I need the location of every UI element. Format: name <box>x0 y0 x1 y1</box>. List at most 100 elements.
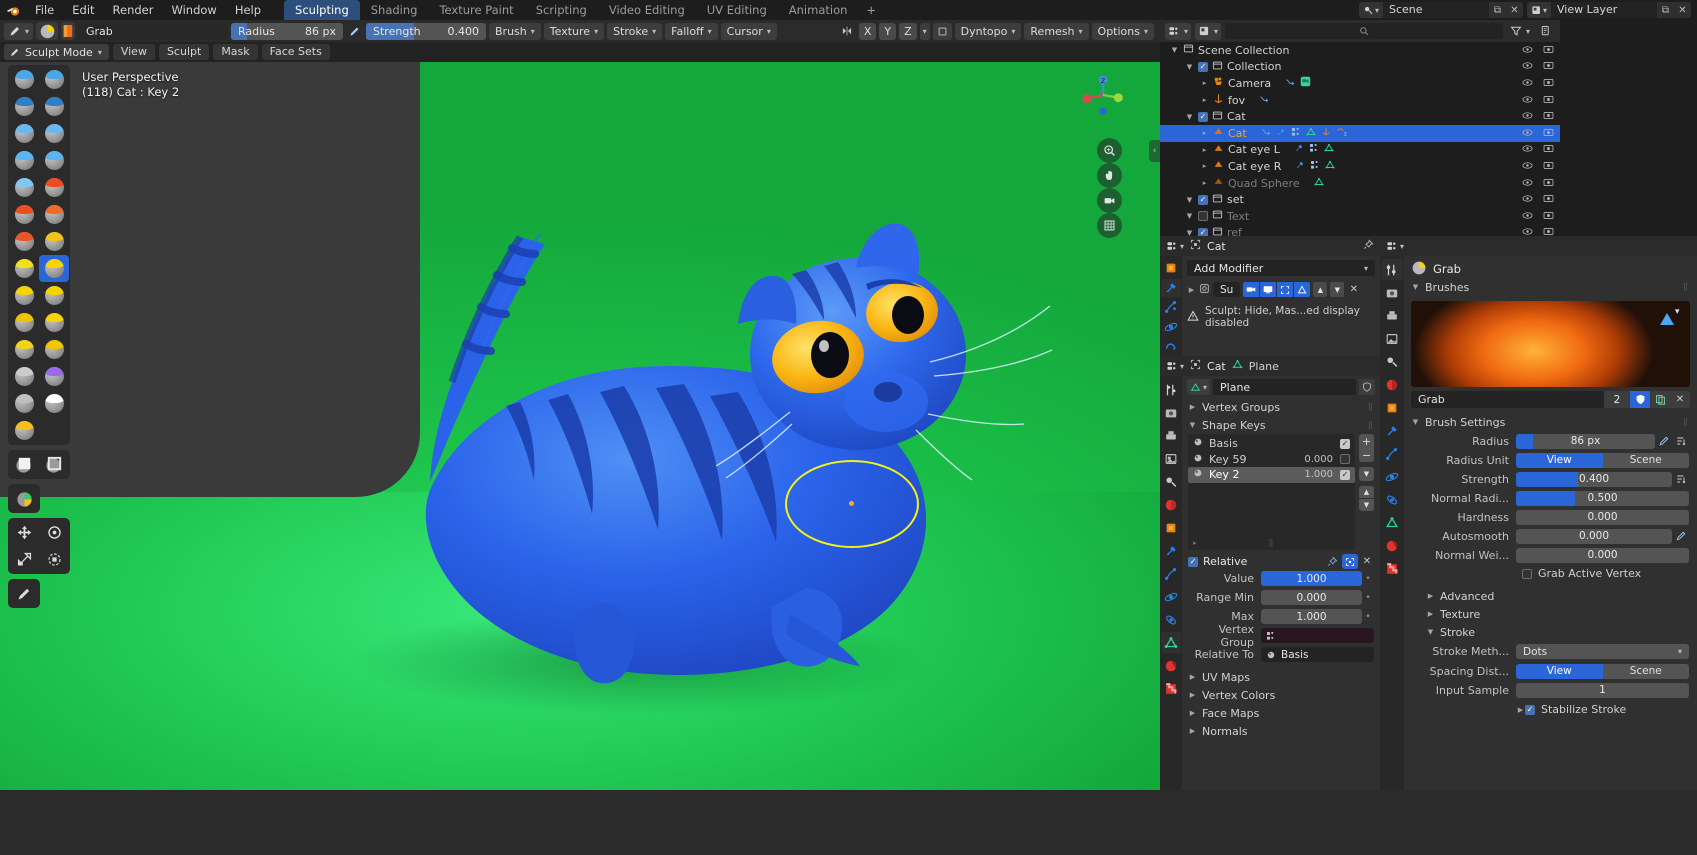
mesh-data-icon[interactable] <box>1325 160 1335 173</box>
hide-icon[interactable] <box>1522 44 1533 57</box>
outliner-checkbox[interactable] <box>1198 211 1208 222</box>
falloff-dropdown[interactable]: Falloff ▾ <box>665 22 718 40</box>
brush-preview-icon[interactable] <box>36 22 59 40</box>
radius-slider[interactable]: Radius 86 px <box>231 22 344 40</box>
filter-icon[interactable]: ▾ <box>1507 23 1533 40</box>
material-tab[interactable] <box>1161 655 1181 676</box>
display-mode-dropdown[interactable]: ▾ <box>1195 22 1222 40</box>
viewport-menu-view[interactable]: View <box>112 44 155 60</box>
pressure-icon[interactable] <box>1655 435 1672 447</box>
panel-section-face-maps[interactable]: ▶ Face Maps <box>1182 704 1380 722</box>
expand-triangle-icon[interactable]: ▸ <box>1200 79 1209 87</box>
outliner-row-fov[interactable]: ▸ fov <box>1160 92 1560 109</box>
texture-dropdown[interactable]: Texture ▾ <box>543 22 605 40</box>
workspace-tab-animation[interactable]: Animation <box>778 0 859 20</box>
relative-checkbox[interactable]: ✓ <box>1188 556 1198 567</box>
hide-icon[interactable] <box>1522 77 1533 90</box>
mesh-data-browse-icon[interactable]: ▾ <box>1187 379 1211 395</box>
symmetry-y-button[interactable]: Y <box>879 22 897 40</box>
setting-toggle[interactable]: View Scene <box>1516 452 1689 468</box>
shape-key-value[interactable]: 0.000 <box>1304 454 1333 465</box>
animation-icon[interactable] <box>1285 77 1295 90</box>
strength-slider[interactable]: Strength 0.400 <box>366 22 487 40</box>
view-layer-icon[interactable]: ▾ <box>1527 2 1551 18</box>
scene-tab[interactable] <box>1381 351 1403 372</box>
toggle-scene-option[interactable]: Scene <box>1602 452 1689 468</box>
symmetry-options-dropdown[interactable]: ▾ <box>919 22 930 40</box>
modifier-tab[interactable] <box>1381 420 1403 441</box>
editor-type-icon[interactable]: ▾ <box>1166 360 1184 372</box>
viewport-menu-facesets[interactable]: Face Sets <box>261 44 330 60</box>
brush-preview-thumbnail[interactable]: ▾ <box>1411 301 1690 387</box>
animate-property-dot[interactable]: • <box>1362 574 1374 584</box>
multiplane-scrape-tool[interactable] <box>39 228 69 255</box>
shapekey-pin-icon[interactable] <box>1324 554 1340 569</box>
outliner-checkbox[interactable]: ✓ <box>1198 194 1208 205</box>
mesh-data-icon[interactable] <box>1314 177 1324 190</box>
display-filter-icon[interactable] <box>1537 23 1555 40</box>
cat-sculpt-model[interactable] <box>0 62 1160 790</box>
brush-name-field[interactable]: Grab <box>78 22 229 40</box>
vertex-group-icon[interactable] <box>1310 160 1320 173</box>
vertex-group-icon[interactable] <box>1291 127 1301 140</box>
nudge-brush-tool[interactable] <box>9 336 39 363</box>
box-mask-tool[interactable] <box>9 451 39 478</box>
clay-thumb-brush-tool[interactable] <box>9 120 39 147</box>
navigation-gizmo[interactable]: Z <box>1076 68 1130 122</box>
unlink-brush-icon[interactable]: ✕ <box>1670 391 1690 408</box>
field-slider[interactable]: 1.000 <box>1261 609 1362 624</box>
hide-icon[interactable] <box>1522 210 1533 223</box>
fill-brush-tool[interactable] <box>39 201 69 228</box>
camera-object-icon[interactable] <box>1300 76 1311 90</box>
zoom-icon[interactable] <box>1097 138 1122 163</box>
vertex-groups-section[interactable]: ▶ Vertex Groups ⣿ <box>1182 398 1380 416</box>
hide-icon[interactable] <box>1522 110 1533 123</box>
physics-tab[interactable] <box>1161 586 1181 607</box>
texture-tab[interactable] <box>1161 678 1181 699</box>
scale-tool[interactable] <box>9 546 39 573</box>
camera-icon[interactable] <box>1097 188 1122 213</box>
vertex-group-field[interactable] <box>1261 628 1374 643</box>
setting-slider[interactable]: 0.500 <box>1516 490 1689 506</box>
scene-selector[interactable]: ▾ Scene ⧉ ✕ <box>1359 2 1523 18</box>
hide-icon[interactable] <box>1522 177 1533 190</box>
menu-edit[interactable]: Edit <box>63 0 103 20</box>
move-modifier-down-icon[interactable]: ▼ <box>1330 282 1345 297</box>
stroke-dropdown[interactable]: Stroke ▾ <box>607 22 663 40</box>
shape-key-row[interactable]: Key 2 1.000 ✓ <box>1188 467 1355 483</box>
mask-brush-tool[interactable] <box>39 390 69 417</box>
remove-shapekey-icon[interactable]: − <box>1359 448 1374 462</box>
inflate-brush-tool[interactable] <box>9 147 39 174</box>
disable-render-icon[interactable] <box>1543 177 1554 190</box>
pin-icon[interactable] <box>1363 239 1374 253</box>
workspace-tab-texture-paint[interactable]: Texture Paint <box>428 0 524 20</box>
remove-view-layer-button[interactable]: ✕ <box>1674 2 1691 18</box>
shapekey-count-icon[interactable]: 2 <box>1336 127 1347 140</box>
blob-brush-tool[interactable] <box>39 147 69 174</box>
data-tab[interactable] <box>1161 632 1181 653</box>
hide-icon[interactable] <box>1522 94 1533 107</box>
menu-help[interactable]: Help <box>226 0 270 20</box>
expand-triangle-icon[interactable]: ▼ <box>1185 212 1194 220</box>
paint-brush-tool[interactable] <box>9 417 39 444</box>
edit-mode-icon[interactable] <box>1277 282 1294 297</box>
hide-icon[interactable] <box>1522 160 1533 173</box>
elastic-deform-tool[interactable] <box>9 282 39 309</box>
disable-render-icon[interactable] <box>1543 210 1554 223</box>
realtime-visibility-icon[interactable] <box>1260 282 1277 297</box>
move-modifier-up-icon[interactable]: ▲ <box>1313 282 1328 297</box>
disable-render-icon[interactable] <box>1543 193 1554 206</box>
disable-render-icon[interactable] <box>1543 143 1554 156</box>
shapekey-edit-mode-icon[interactable] <box>1342 554 1358 569</box>
symmetry-icon[interactable] <box>838 23 856 40</box>
crease-brush-tool[interactable] <box>9 174 39 201</box>
mesh-data-icon[interactable] <box>1306 127 1316 140</box>
constraints-tab[interactable] <box>1161 338 1181 356</box>
stroke-method-dropdown[interactable]: Dots ▾ <box>1516 644 1689 659</box>
particles-tab[interactable] <box>1161 299 1181 317</box>
disable-render-icon[interactable] <box>1543 160 1554 173</box>
modifier-tab[interactable] <box>1161 540 1181 561</box>
modifier-tab[interactable] <box>1161 278 1181 297</box>
spacing-scene-option[interactable]: Scene <box>1602 663 1689 679</box>
new-scene-button[interactable]: ⧉ <box>1489 2 1506 18</box>
